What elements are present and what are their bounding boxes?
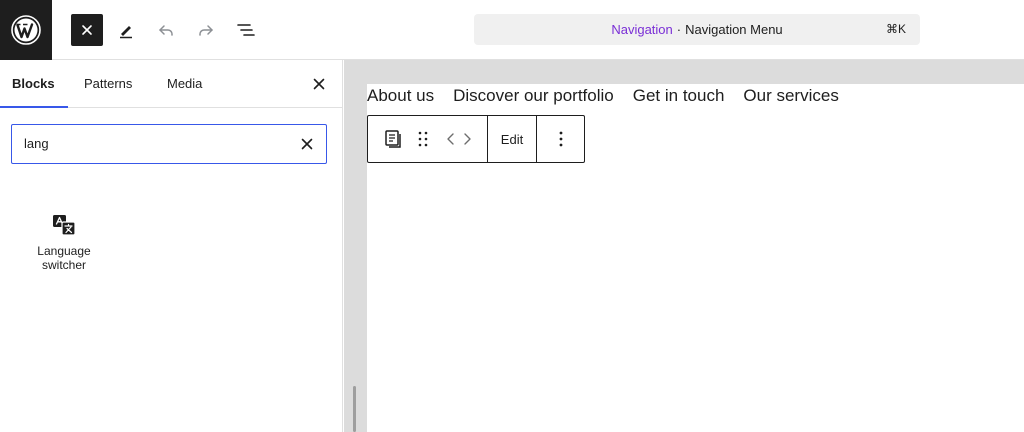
command-palette-bar[interactable]: Navigation · Navigation Menu ⌘K (474, 14, 920, 45)
block-search (11, 124, 327, 164)
page-list-icon (385, 130, 401, 148)
nav-item-our-services[interactable]: Our services (743, 84, 838, 108)
inserter-tabs: Blocks Patterns Media (0, 60, 343, 108)
block-inserter-panel: Blocks Patterns Media Language switcher (0, 60, 343, 432)
list-view-icon (237, 24, 255, 36)
tab-patterns[interactable]: Patterns (84, 60, 132, 108)
scrollbar-thumb[interactable] (353, 386, 356, 432)
move-left-right-button[interactable] (446, 128, 472, 150)
close-panel-button[interactable] (309, 74, 329, 94)
editor-canvas-area: About us Discover our portfolio Get in t… (344, 60, 1024, 432)
wordpress-icon (11, 15, 41, 45)
close-icon (82, 25, 92, 35)
undo-button[interactable] (150, 14, 182, 46)
more-options-button[interactable] (537, 116, 584, 162)
clear-search-button[interactable] (298, 135, 316, 153)
active-tab-indicator (0, 106, 68, 108)
wordpress-logo-button[interactable] (0, 0, 52, 60)
block-result-label-line2: switcher (41, 258, 86, 272)
block-type-button[interactable] (382, 128, 404, 150)
translate-icon (53, 215, 76, 236)
editor-canvas: About us Discover our portfolio Get in t… (367, 84, 1024, 432)
chevron-left-right-icon (447, 133, 471, 145)
editor-header: Navigation · Navigation Menu ⌘K (0, 0, 1024, 60)
redo-icon (199, 25, 213, 36)
nav-item-portfolio[interactable]: Discover our portfolio (453, 84, 614, 108)
undo-icon (159, 25, 173, 36)
drag-handle[interactable] (412, 128, 434, 150)
close-icon (301, 138, 313, 150)
close-inserter-button[interactable] (71, 14, 103, 46)
tools-button[interactable] (110, 14, 142, 46)
pencil-icon (120, 26, 132, 39)
close-icon (313, 78, 325, 90)
navigation-block[interactable]: About us Discover our portfolio Get in t… (367, 84, 839, 108)
drag-handle-icon (418, 131, 428, 147)
more-vertical-icon (559, 131, 562, 147)
command-separator: · (676, 22, 682, 37)
command-context-label: Navigation (611, 22, 673, 37)
redo-button[interactable] (190, 14, 222, 46)
document-overview-button[interactable] (230, 14, 262, 46)
toolbar-block-group (368, 116, 488, 162)
block-result-label-line1: Language (37, 244, 91, 258)
nav-item-about-us[interactable]: About us (367, 84, 434, 108)
edit-button[interactable]: Edit (488, 116, 537, 162)
block-result-language-switcher[interactable]: Language switcher (20, 212, 108, 292)
nav-item-get-in-touch[interactable]: Get in touch (633, 84, 725, 108)
block-toolbar: Edit (367, 115, 585, 163)
search-input[interactable] (12, 125, 282, 162)
tab-blocks[interactable]: Blocks (12, 60, 55, 108)
command-shortcut: ⌘K (885, 22, 906, 36)
edit-button-label: Edit (500, 131, 524, 147)
tab-media[interactable]: Media (167, 60, 202, 108)
command-title: Navigation Menu (685, 22, 783, 37)
